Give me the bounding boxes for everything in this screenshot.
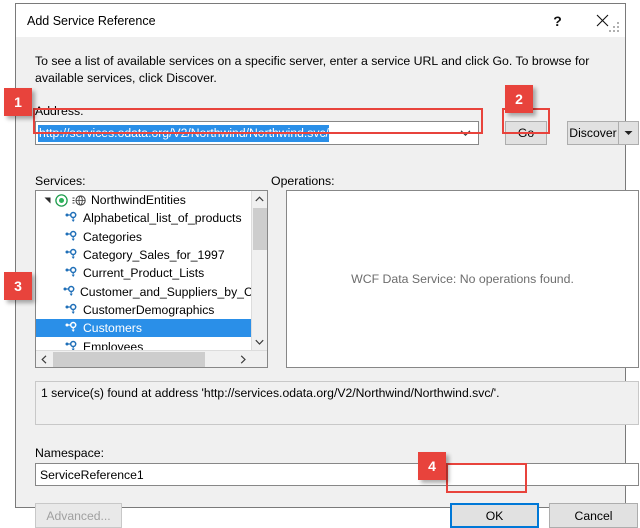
services-tree[interactable]: NorthwindEntities Alphabetical_list_of_p… <box>35 190 268 368</box>
page-title: Add Service Reference <box>27 13 156 28</box>
tree-item[interactable]: Alphabetical_list_of_products <box>36 209 251 227</box>
address-label: Address: <box>35 104 84 118</box>
entity-set-selected-icon <box>62 321 79 335</box>
scroll-thumb-vertical[interactable] <box>253 208 267 250</box>
scroll-down-button[interactable] <box>252 334 267 350</box>
operations-empty-message: WCF Data Service: No operations found. <box>351 272 574 286</box>
scroll-left-button[interactable] <box>36 351 52 367</box>
tree-item-label: Categories <box>83 229 142 244</box>
chevron-down-icon <box>255 339 264 345</box>
entity-set-icon <box>62 266 79 280</box>
callout-badge-4: 4 <box>418 452 446 480</box>
question-mark-icon: ? <box>553 12 562 29</box>
discover-button[interactable]: Discover <box>568 122 618 144</box>
add-service-reference-dialog: Add Service Reference ? To see a list of… <box>15 3 639 528</box>
tree-item-label: Customers <box>83 321 142 336</box>
cancel-button[interactable]: Cancel <box>549 503 638 528</box>
chevron-up-icon <box>255 196 264 202</box>
caret-down-icon <box>624 131 633 135</box>
tree-item-label: Category_Sales_for_1997 <box>83 248 225 263</box>
service-node-icon <box>53 193 70 207</box>
entity-set-icon <box>62 248 79 262</box>
ok-button[interactable]: OK <box>450 503 539 528</box>
tree-item-label: Employees <box>83 339 144 350</box>
tree-item-label: Customer_and_Suppliers_by_City <box>80 284 251 299</box>
tree-root-node[interactable]: NorthwindEntities <box>36 191 251 209</box>
address-combobox[interactable]: http://services.odata.org/V2/Northwind/N… <box>35 121 479 145</box>
chevron-right-icon <box>240 354 246 364</box>
namespace-value: ServiceReference1 <box>40 467 144 482</box>
callout-badge-3: 3 <box>4 272 32 300</box>
operations-panel: WCF Data Service: No operations found. <box>286 190 639 368</box>
title-bar: Add Service Reference ? <box>16 4 625 37</box>
tree-item-label: Alphabetical_list_of_products <box>83 211 242 226</box>
namespace-label: Namespace: <box>35 446 105 460</box>
entity-set-icon <box>62 211 79 225</box>
scroll-up-button[interactable] <box>252 191 267 207</box>
scroll-thumb-horizontal[interactable] <box>53 352 205 367</box>
address-input[interactable]: http://services.odata.org/V2/Northwind/N… <box>38 124 329 142</box>
callout-badge-2: 2 <box>505 85 533 113</box>
tree-item[interactable]: Customer_and_Suppliers_by_City <box>36 282 251 300</box>
callout-badge-1: 1 <box>4 88 32 116</box>
tree-item[interactable]: CustomerDemographics <box>36 301 251 319</box>
services-tree-content: NorthwindEntities Alphabetical_list_of_p… <box>36 191 251 350</box>
operations-label: Operations: <box>271 174 335 188</box>
scrollbar-corner <box>251 351 267 367</box>
expander-expanded-icon[interactable] <box>42 196 53 204</box>
entity-set-icon <box>62 340 79 350</box>
scroll-right-button[interactable] <box>235 351 251 367</box>
chevron-down-icon <box>460 130 470 137</box>
globe-icon <box>70 194 87 207</box>
discover-dropdown-button[interactable] <box>618 122 638 144</box>
entity-set-icon <box>62 303 79 317</box>
tree-item[interactable]: Categories <box>36 228 251 246</box>
description-text: To see a list of available services on a… <box>35 54 590 85</box>
tree-root-label: NorthwindEntities <box>91 193 186 208</box>
tree-item-label: Current_Product_Lists <box>83 266 205 281</box>
tree-horizontal-scrollbar[interactable] <box>36 350 267 367</box>
address-dropdown-button[interactable] <box>456 122 474 144</box>
status-message-box: 1 service(s) found at address 'http://se… <box>35 381 639 425</box>
tree-item[interactable]: Current_Product_Lists <box>36 264 251 282</box>
close-icon <box>596 14 609 27</box>
services-label: Services: <box>35 174 86 188</box>
advanced-button[interactable]: Advanced... <box>35 503 122 528</box>
tree-item-label: CustomerDemographics <box>83 302 215 317</box>
tree-vertical-scrollbar[interactable] <box>251 191 267 350</box>
tree-item-selected[interactable]: Customers <box>36 319 251 338</box>
resize-grip-icon[interactable] <box>609 22 620 33</box>
chevron-left-icon <box>41 354 47 364</box>
entity-set-icon <box>62 285 76 299</box>
tree-item[interactable]: Employees <box>36 337 251 350</box>
help-button[interactable]: ? <box>535 4 580 37</box>
status-message: 1 service(s) found at address 'http://se… <box>41 386 500 400</box>
tree-item[interactable]: Category_Sales_for_1997 <box>36 246 251 264</box>
entity-set-icon <box>62 230 79 244</box>
namespace-input[interactable]: ServiceReference1 <box>35 463 639 486</box>
discover-split-button[interactable]: Discover <box>567 121 639 145</box>
go-button[interactable]: Go <box>505 121 547 145</box>
